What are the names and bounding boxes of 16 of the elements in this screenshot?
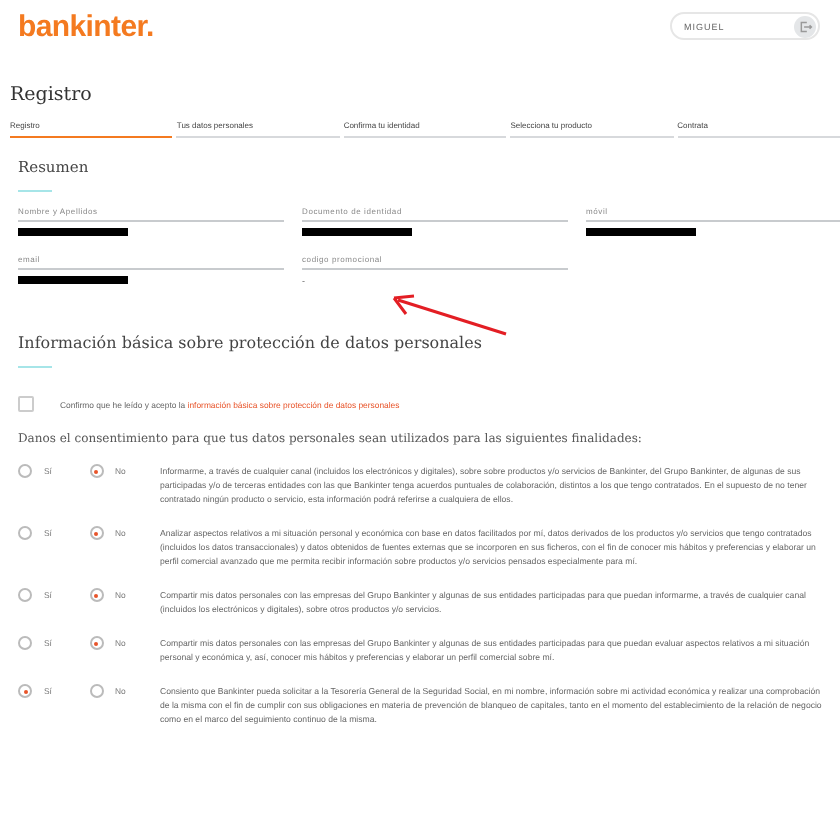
radio-button[interactable] bbox=[18, 526, 32, 540]
radio-button[interactable] bbox=[89, 526, 103, 540]
radio-button[interactable] bbox=[89, 636, 103, 650]
radio-button[interactable] bbox=[18, 464, 32, 478]
section-title: Información básica sobre protección de datos personales bbox=[18, 334, 484, 352]
confirm-checkbox[interactable] bbox=[18, 396, 34, 412]
radio-button[interactable] bbox=[18, 684, 32, 698]
radio-button[interactable] bbox=[89, 684, 103, 698]
bankinter-logo: bankinter. bbox=[18, 9, 154, 43]
radio-button[interactable] bbox=[18, 636, 32, 650]
page-title: Registro bbox=[10, 84, 94, 106]
arrow-annotation bbox=[392, 294, 507, 336]
radio-button[interactable] bbox=[89, 464, 103, 478]
radio-button[interactable] bbox=[89, 588, 103, 602]
logout-icon bbox=[794, 15, 816, 37]
radio-button[interactable] bbox=[18, 588, 32, 602]
